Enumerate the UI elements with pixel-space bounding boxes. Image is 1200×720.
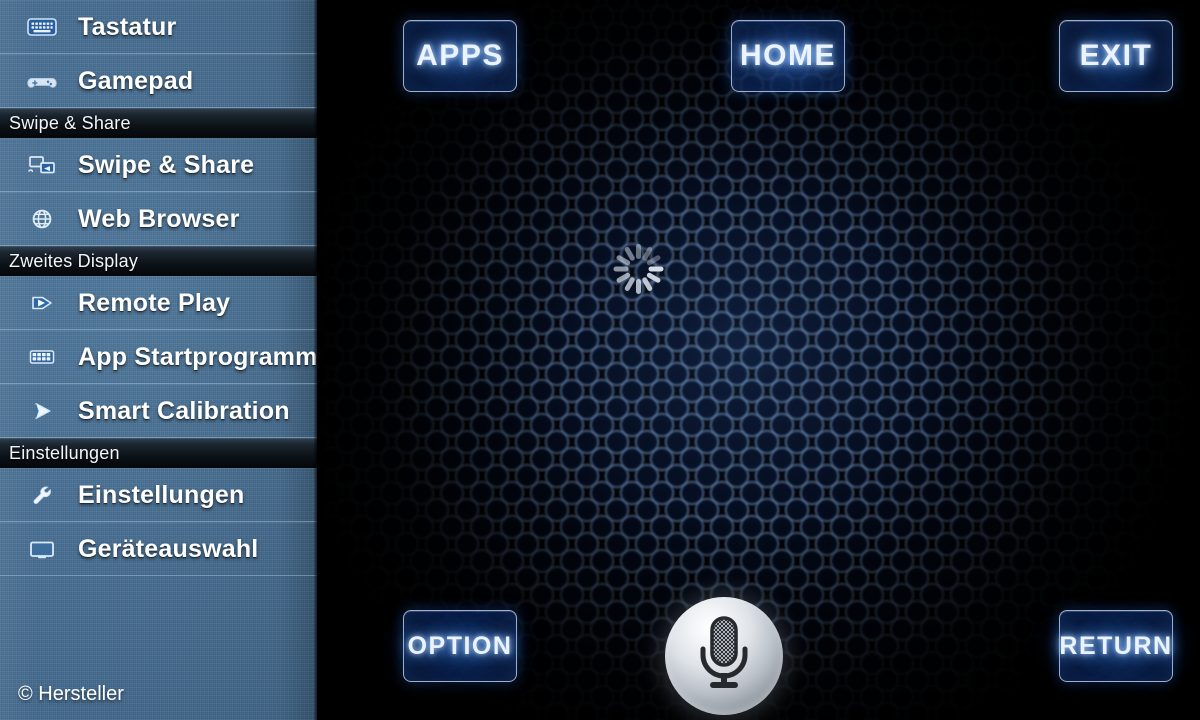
home-button-label: HOME [740,39,836,72]
sidebar-item-label: Remote Play [78,288,231,317]
monitor-icon [14,534,70,564]
wrench-icon-svg [33,486,51,504]
sidebar-item-label: Web Browser [78,204,240,233]
exit-button[interactable]: EXIT [1059,20,1173,92]
monitor-icon-svg [30,541,54,559]
spinner-blade [635,279,641,294]
play-icon [14,288,70,318]
swipe-share-icon [14,150,70,180]
sidebar-item-label: Swipe & Share [78,150,255,179]
wrench-icon [14,480,70,510]
section-header-label: Zweites Display [9,250,139,271]
swipe-share-icon-svg [28,156,55,174]
section-header-label: Einstellungen [9,442,120,463]
gamepad-icon [14,66,70,96]
sidebar-item-smart-calibration[interactable]: Smart Calibration [0,384,317,438]
sidebar-item-label: Smart Calibration [78,396,290,425]
sidebar-item-label: Einstellungen [78,480,245,509]
exit-button-label: EXIT [1079,39,1153,72]
sidebar-item-swipe-share[interactable]: Swipe & Share [0,138,317,192]
calibration-icon-svg [35,402,51,420]
microphone-button[interactable] [665,597,783,715]
sidebar-item-gamepad[interactable]: Gamepad [0,54,317,108]
globe-icon-svg [32,209,52,229]
sidebar-item-web-browser[interactable]: Web Browser [0,192,317,246]
spinner-blade [613,266,628,272]
calibration-icon [14,396,70,426]
sidebar: Tastatur Gamepad Swipe & Share Swipe & S… [0,0,317,720]
section-header-label: Swipe & Share [9,112,131,133]
apps-button-label: APPS [416,39,504,72]
grid-icon-svg [29,350,55,364]
return-button-label: RETURN [1059,631,1173,660]
sidebar-item-einstellungen[interactable]: Einstellungen [0,468,317,522]
left-edge-shadow [317,0,333,720]
remote-control-screen: APPS HOME EXIT OPTION RETURN [317,0,1200,720]
microphone-icon [700,616,748,688]
loading-spinner-icon [610,241,666,297]
grid-icon [14,342,70,372]
apps-button[interactable]: APPS [403,20,517,92]
sidebar-item-label: Geräteauswahl [78,534,259,563]
globe-icon [14,204,70,234]
sidebar-item-remote-play[interactable]: Remote Play [0,276,317,330]
spinner-blade [648,266,663,272]
keyboard-icon [14,12,70,42]
sidebar-item-tastatur[interactable]: Tastatur [0,0,317,54]
play-icon-svg [32,296,52,310]
sidebar-section-swipe-share: Swipe & Share [0,108,317,138]
sidebar-menu-list: Tastatur Gamepad Swipe & Share Swipe & S… [0,0,317,576]
sidebar-item-label: App Startprogramm [78,342,317,371]
return-button[interactable]: RETURN [1059,610,1173,682]
home-button[interactable]: HOME [731,20,845,92]
sidebar-item-label: Gamepad [78,66,194,95]
sidebar-item-app-startprogramm[interactable]: App Startprogramm [0,330,317,384]
sidebar-item-label: Tastatur [78,12,177,41]
sidebar-item-geraeteauswahl[interactable]: Geräteauswahl [0,522,317,576]
option-button[interactable]: OPTION [403,610,517,682]
copyright-label: © Hersteller [18,683,124,705]
keyboard-icon-svg [27,18,57,36]
sidebar-section-einstellungen: Einstellungen [0,438,317,468]
option-button-label: OPTION [407,631,513,660]
sidebar-section-zweites-display: Zweites Display [0,246,317,276]
app-root: Tastatur Gamepad Swipe & Share Swipe & S… [0,0,1200,720]
spinner-blade [635,244,641,259]
gamepad-icon-svg [27,78,57,88]
